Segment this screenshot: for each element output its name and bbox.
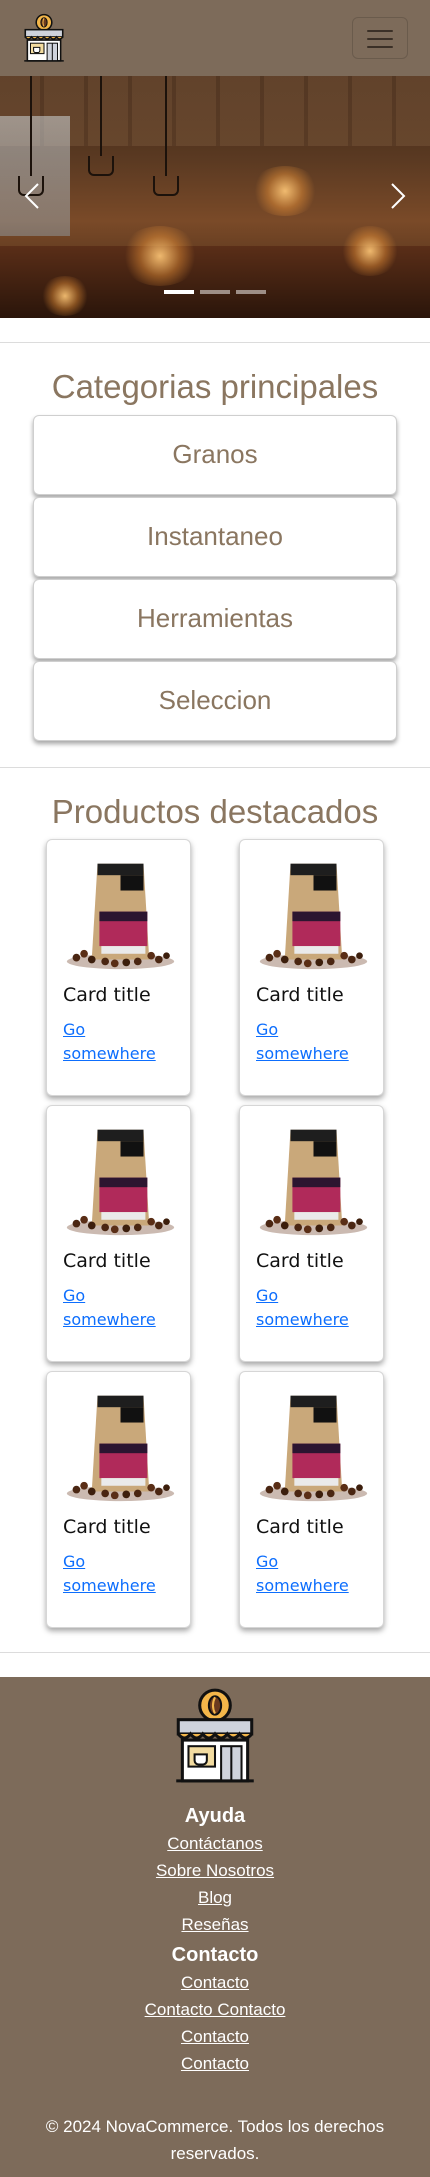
footer-link-contactanos[interactable]: Contáctanos	[0, 1830, 430, 1857]
chevron-left-icon	[24, 183, 39, 209]
card-title: Card title	[256, 1516, 344, 1539]
product-card: Card title Go somewhere	[239, 1105, 384, 1363]
navbar	[0, 0, 430, 76]
carousel-lamp	[153, 176, 179, 196]
footer-link-sobre-nosotros[interactable]: Sobre Nosotros	[0, 1857, 430, 1884]
card-link[interactable]: Go somewhere	[63, 1018, 173, 1066]
products-section: Productos destacados Card title Go somew…	[0, 768, 430, 1653]
card-title: Card title	[256, 984, 344, 1007]
hamburger-icon	[367, 30, 393, 32]
footer-link-contacto[interactable]: Contacto Contacto	[0, 1996, 430, 2023]
hamburger-icon	[367, 38, 393, 40]
coffee-shop-icon[interactable]	[18, 12, 70, 64]
card-link[interactable]: Go somewhere	[256, 1018, 366, 1066]
card-link[interactable]: Go somewhere	[256, 1550, 366, 1598]
carousel-light	[340, 226, 400, 276]
product-image	[256, 854, 371, 974]
navbar-toggle-button[interactable]	[352, 17, 408, 59]
hamburger-icon	[367, 46, 393, 48]
product-card: Card title Go somewhere	[46, 839, 191, 1097]
footer: Ayuda Contáctanos Sobre Nosotros Blog Re…	[0, 1677, 430, 2177]
card-link[interactable]: Go somewhere	[256, 1284, 366, 1332]
carousel-indicators	[164, 290, 266, 294]
carousel-light	[250, 166, 320, 216]
category-button-herramientas[interactable]: Herramientas	[33, 578, 397, 659]
carousel-light	[120, 226, 200, 286]
chevron-right-icon	[391, 183, 406, 209]
footer-contact-group: Contacto Contacto Contacto Contacto Cont…	[0, 1944, 430, 2077]
card-title: Card title	[63, 1516, 151, 1539]
carousel-next-button[interactable]	[378, 176, 418, 216]
category-button-instantaneo[interactable]: Instantaneo	[33, 496, 397, 577]
product-card: Card title Go somewhere	[239, 1371, 384, 1629]
carousel-light	[40, 276, 90, 316]
footer-link-contacto[interactable]: Contacto	[0, 1969, 430, 1996]
hero-carousel	[0, 76, 430, 318]
coffee-shop-icon	[164, 1685, 266, 1787]
copyright-text: © 2024 NovaCommerce. Todos los derechos …	[45, 2117, 385, 2164]
product-card: Card title Go somewhere	[239, 839, 384, 1097]
category-button-seleccion[interactable]: Seleccion	[33, 660, 397, 741]
footer-link-blog[interactable]: Blog	[0, 1884, 430, 1911]
product-card: Card title Go somewhere	[46, 1105, 191, 1363]
carousel-prev-button[interactable]	[12, 176, 52, 216]
card-title: Card title	[256, 1250, 344, 1273]
category-button-granos[interactable]: Granos	[33, 414, 397, 495]
product-image	[63, 854, 178, 974]
carousel-lamp	[88, 156, 114, 176]
carousel-indicator-2[interactable]	[200, 290, 230, 294]
carousel-indicator-3[interactable]	[236, 290, 266, 294]
carousel-lamp	[30, 76, 32, 176]
card-title: Card title	[63, 984, 151, 1007]
products-grid: Card title Go somewhere Card title Go so…	[46, 839, 384, 1629]
products-title: Productos destacados	[51, 792, 379, 830]
carousel-indicator-1[interactable]	[164, 290, 194, 294]
card-title: Card title	[63, 1250, 151, 1273]
footer-contact-title: Contacto	[171, 1944, 259, 1967]
footer-help-title: Ayuda	[184, 1805, 246, 1828]
product-card: Card title Go somewhere	[46, 1371, 191, 1629]
footer-help-group: Ayuda Contáctanos Sobre Nosotros Blog Re…	[0, 1805, 430, 1938]
card-link[interactable]: Go somewhere	[63, 1284, 173, 1332]
footer-link-resenas[interactable]: Reseñas	[0, 1911, 430, 1938]
product-image	[256, 1386, 371, 1506]
categories-section: Categorias principales Granos Instantane…	[0, 343, 430, 767]
categories-list: Granos Instantaneo Herramientas Seleccio…	[33, 414, 397, 741]
product-image	[63, 1386, 178, 1506]
product-image	[63, 1120, 178, 1240]
footer-link-contacto[interactable]: Contacto	[0, 2023, 430, 2050]
categories-title: Categorias principales	[51, 368, 379, 405]
carousel-lamp	[165, 76, 167, 176]
card-link[interactable]: Go somewhere	[63, 1550, 173, 1598]
carousel-lamp	[100, 76, 102, 156]
footer-link-contacto[interactable]: Contacto	[0, 2050, 430, 2077]
product-image	[256, 1120, 371, 1240]
